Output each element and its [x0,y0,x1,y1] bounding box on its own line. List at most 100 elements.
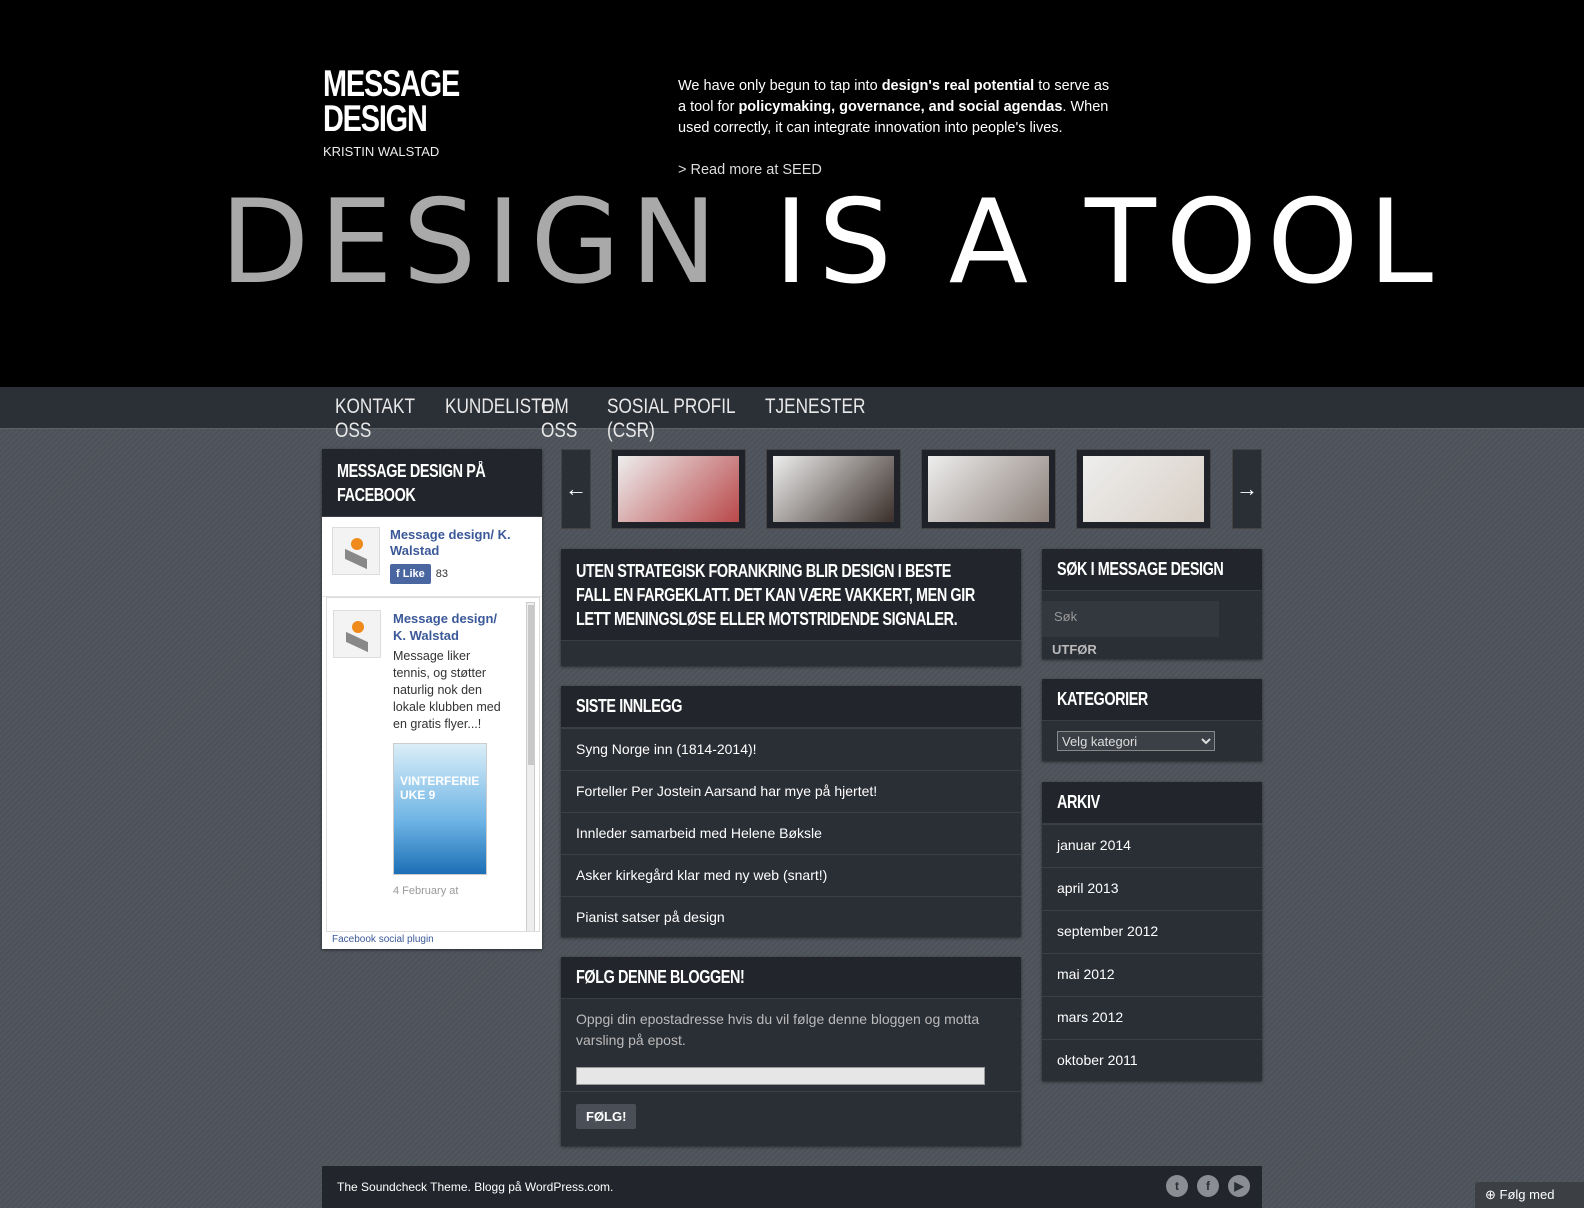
footer-credit[interactable]: The Soundcheck Theme. Blogg på WordPress… [337,1180,613,1194]
nav-item-om-oss[interactable]: OM OSS [541,395,603,443]
widget-title-text: ARKIV [1057,792,1100,812]
post-author[interactable]: Message design/ K. Walstad [393,610,503,644]
recent-post-link[interactable]: Pianist satser på design [561,896,1021,938]
quote-widget: UTEN STRATEGISK FORANKRING BLIR DESIGN I… [561,549,1021,666]
nav-item-sosial-profil[interactable]: SOSIAL PROFIL (CSR) [607,395,745,443]
nav-label: SOSIAL PROFIL (CSR) [607,395,735,442]
archive-title: ARKIV [1042,782,1262,824]
carousel-thumb-3[interactable] [921,449,1056,529]
archive-link[interactable]: mai 2012 [1042,953,1262,996]
recent-post-link[interactable]: Innleder samarbeid med Helene Bøksle [561,812,1021,854]
logo-line-1: MESSAGE [323,63,460,104]
like-button[interactable]: f Like [390,564,431,584]
widget-title-text: SISTE INNLEGG [576,696,683,716]
archive-link[interactable]: september 2012 [1042,910,1262,953]
facebook-feed[interactable]: Message design/ K. Walstad Message liker… [326,597,540,932]
thumb-image [618,456,739,522]
facebook-icon[interactable]: f [1197,1175,1219,1197]
nav-label: KONTAKT OSS [335,395,415,442]
archive-link[interactable]: april 2013 [1042,867,1262,910]
thumb-image [928,456,1049,522]
nav-item-kundeliste[interactable]: KUNDELISTE [445,395,553,443]
widget-title-text: KATEGORIER [1057,689,1148,709]
intro-bold-1: design's real potential [881,78,1035,94]
follow-tab[interactable]: ⊕ Følg med [1475,1182,1584,1208]
twitter-icon[interactable]: t [1166,1175,1188,1197]
nav-item-tjenester[interactable]: TJENESTER [765,395,865,443]
categories-widget: KATEGORIER Velg kategori [1042,679,1262,761]
follow-blog-widget: FØLG DENNE BLOGGEN! Oppgi din epostadres… [561,957,1021,1146]
archive-link[interactable]: oktober 2011 [1042,1039,1262,1082]
categories-title: KATEGORIER [1042,679,1262,721]
nav-label: TJENESTER [765,395,866,418]
follow-blog-title: FØLG DENNE BLOGGEN! [561,957,1021,999]
feed-scrollbar[interactable] [526,602,535,931]
post-avatar[interactable] [333,610,381,658]
post-image[interactable]: VINTERFERIE UKE 9 [393,743,487,875]
header-intro: We have only begun to tap into design's … [678,76,1118,181]
category-select[interactable]: Velg kategori [1057,731,1215,751]
nav-label: KUNDELISTE [445,395,554,418]
facebook-widget-title: MESSAGE DESIGN PÅ FACEBOOK [322,449,542,517]
quote-text-content: UTEN STRATEGISK FORANKRING BLIR DESIGN I… [576,561,975,629]
carousel-thumb-2[interactable] [766,449,901,529]
recent-post-link[interactable]: Forteller Per Jostein Aarsand har mye på… [561,770,1021,812]
search-input[interactable]: Søk [1042,601,1219,637]
carousel-prev-button[interactable]: ← [561,449,591,529]
intro-bold-2: policymaking, governance, and social age… [738,99,1063,115]
follow-button[interactable]: FØLG! [576,1104,637,1129]
archive-link[interactable]: mars 2012 [1042,996,1262,1039]
archive-widget: ARKIV januar 2014 april 2013 september 2… [1042,782,1262,1081]
facebook-page-header: Message design/ K. Walstad f Like 83 [322,517,542,597]
widget-title-text: FØLG DENNE BLOGGEN! [576,967,745,987]
widget-title-text: MESSAGE DESIGN PÅ FACEBOOK [337,461,486,505]
header-headline: DESIGN IS A TOOL [220,175,1433,310]
quote-text: UTEN STRATEGISK FORANKRING BLIR DESIGN I… [561,549,1021,641]
like-box: f Like 83 [390,564,448,584]
archive-link[interactable]: januar 2014 [1042,824,1262,867]
facebook-page-name[interactable]: Message design/ K. Walstad [390,527,532,559]
facebook-page-info: Message design/ K. Walstad f Like 83 [390,527,532,586]
plus-icon: ⊕ [1485,1187,1496,1202]
post-date[interactable]: 4 February at [393,885,503,897]
carousel-thumb-1[interactable] [611,449,746,529]
thumb-image [773,456,894,522]
facebook-post: Message design/ K. Walstad Message liker… [327,598,539,909]
recent-posts-widget: SISTE INNLEGG Syng Norge inn (1814-2014)… [561,686,1021,937]
carousel-thumb-4[interactable] [1076,449,1211,529]
carousel-next-button[interactable]: → [1232,449,1262,529]
flyer-text: VINTERFERIE UKE 9 [400,774,480,802]
image-carousel: ← → [561,449,1262,529]
nav-label: OM OSS [541,395,578,442]
headline-white: IS A TOOL [774,175,1444,310]
facebook-widget: MESSAGE DESIGN PÅ FACEBOOK Message desig… [322,449,542,949]
recent-posts-title: SISTE INNLEGG [561,686,1021,728]
intro-text-1: We have only begun to tap into [678,78,882,94]
arrow-right-icon: → [1236,476,1258,501]
email-input[interactable] [576,1067,985,1085]
headline-gray: DESIGN [220,175,774,310]
widget-title-text: SØK I MESSAGE DESIGN [1057,559,1224,579]
follow-tab-label: Følg med [1499,1187,1555,1202]
logo-line-2: DESIGN [323,98,428,139]
site-logo[interactable]: MESSAGE DESIGN KRISTIN WALSTAD [323,63,498,159]
facebook-plugin-footer[interactable]: Facebook social plugin [332,934,434,945]
recent-post-link[interactable]: Asker kirkegård klar med ny web (snart!) [561,854,1021,896]
like-count: 83 [435,568,448,580]
follow-description: Oppgi din epostadresse hvis du vil følge… [576,1011,980,1048]
search-title: SØK I MESSAGE DESIGN [1042,549,1262,591]
search-widget: SØK I MESSAGE DESIGN Søk UTFØR [1042,549,1262,659]
divider [561,1091,1021,1092]
site-tagline: KRISTIN WALSTAD [323,144,440,159]
main-navigation: KONTAKT OSS KUNDELISTE OM OSS SOSIAL PRO… [0,387,1584,442]
recent-post-link[interactable]: Syng Norge inn (1814-2014)! [561,728,1021,770]
search-button[interactable]: UTFØR [1042,637,1262,662]
site-footer: The Soundcheck Theme. Blogg på WordPress… [322,1166,1262,1208]
site-header: MESSAGE DESIGN KRISTIN WALSTAD We have o… [0,0,1584,387]
page-avatar[interactable] [332,527,380,575]
arrow-left-icon: ← [565,476,587,501]
nav-item-kontakt-oss[interactable]: KONTAKT OSS [335,395,433,443]
youtube-icon[interactable]: ▶ [1228,1175,1250,1197]
thumb-image [1083,456,1204,522]
like-label: Like [402,568,425,580]
